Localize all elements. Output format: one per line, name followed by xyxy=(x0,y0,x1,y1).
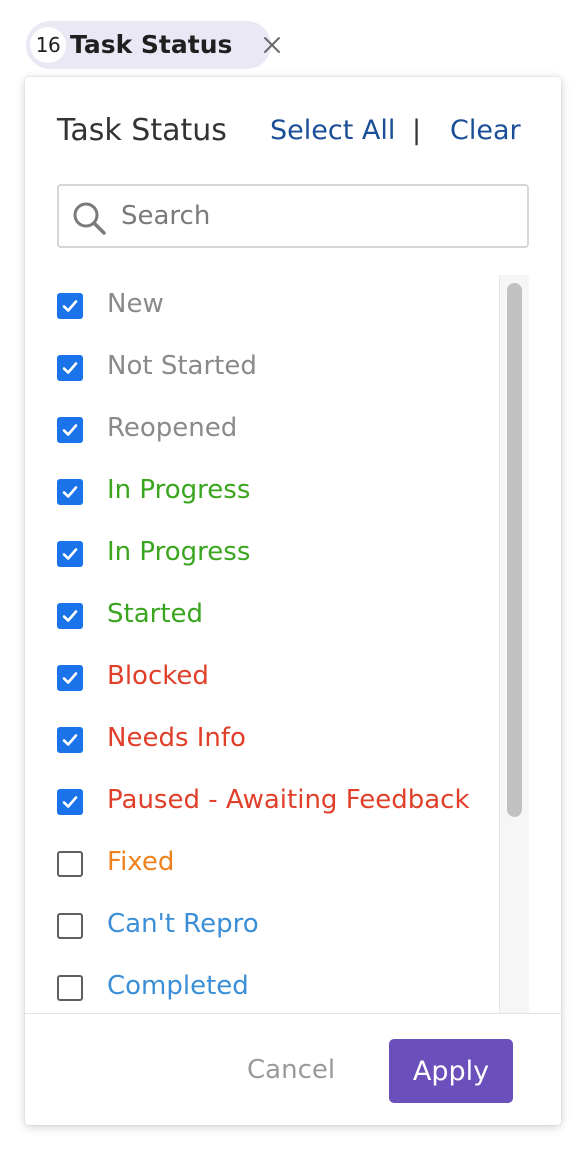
filter-chip-label: Task Status xyxy=(70,30,233,59)
checkbox-checked[interactable] xyxy=(57,665,83,691)
checkbox-checked[interactable] xyxy=(57,479,83,505)
status-option-label: Reopened xyxy=(107,413,238,443)
status-option[interactable]: Completed xyxy=(25,957,505,1013)
status-option-label: Not Started xyxy=(107,351,257,381)
checkbox-checked[interactable] xyxy=(57,293,83,319)
status-option[interactable]: Started xyxy=(25,585,505,647)
scrollbar-thumb[interactable] xyxy=(507,283,522,817)
status-option-label: Completed xyxy=(107,971,249,1001)
status-option[interactable]: New xyxy=(25,275,505,337)
status-option[interactable]: Not Started xyxy=(25,337,505,399)
checkbox-unchecked[interactable] xyxy=(57,913,83,939)
status-option-label: In Progress xyxy=(107,537,251,567)
status-option[interactable]: Reopened xyxy=(25,399,505,461)
panel-title: Task Status xyxy=(57,113,227,148)
search-input[interactable] xyxy=(121,186,521,246)
checkbox-checked[interactable] xyxy=(57,541,83,567)
filter-dropdown-panel: Task Status Select All | Clear New Not St… xyxy=(25,77,561,1125)
filter-chip[interactable]: 16 Task Status xyxy=(26,21,280,69)
checkbox-checked[interactable] xyxy=(57,727,83,753)
status-option-label: Fixed xyxy=(107,847,175,877)
filter-count-badge: 16 xyxy=(30,27,66,63)
status-option[interactable]: Paused - Awaiting Feedback xyxy=(25,771,505,833)
clear-link[interactable]: Clear xyxy=(450,115,521,146)
status-option[interactable]: In Progress xyxy=(25,523,505,585)
status-option-list: New Not Started Reopened In Progress In Prog… xyxy=(25,275,525,1013)
status-option-label: In Progress xyxy=(107,475,251,505)
status-option-label: Needs Info xyxy=(107,723,246,753)
status-option[interactable]: Blocked xyxy=(25,647,505,709)
checkbox-checked[interactable] xyxy=(57,603,83,629)
checkbox-unchecked[interactable] xyxy=(57,851,83,877)
apply-button[interactable]: Apply xyxy=(389,1039,513,1103)
status-option-label: Started xyxy=(107,599,204,629)
status-option-label: New xyxy=(107,289,164,319)
cancel-button[interactable]: Cancel xyxy=(247,1055,335,1085)
footer-divider xyxy=(25,1013,561,1014)
status-option[interactable]: Fixed xyxy=(25,833,505,895)
select-all-link[interactable]: Select All xyxy=(270,115,395,146)
status-option[interactable]: Can't Repro xyxy=(25,895,505,957)
search-field[interactable] xyxy=(57,184,529,248)
status-option-label: Blocked xyxy=(107,661,209,691)
checkbox-unchecked[interactable] xyxy=(57,975,83,1001)
link-separator: | xyxy=(412,115,422,146)
status-option-label: Paused - Awaiting Feedback xyxy=(107,785,470,815)
search-icon xyxy=(73,202,106,235)
status-option-label: Can't Repro xyxy=(107,909,259,939)
close-icon[interactable] xyxy=(261,34,283,56)
checkbox-checked[interactable] xyxy=(57,789,83,815)
status-option[interactable]: Needs Info xyxy=(25,709,505,771)
status-option[interactable]: In Progress xyxy=(25,461,505,523)
checkbox-checked[interactable] xyxy=(57,355,83,381)
checkbox-checked[interactable] xyxy=(57,417,83,443)
